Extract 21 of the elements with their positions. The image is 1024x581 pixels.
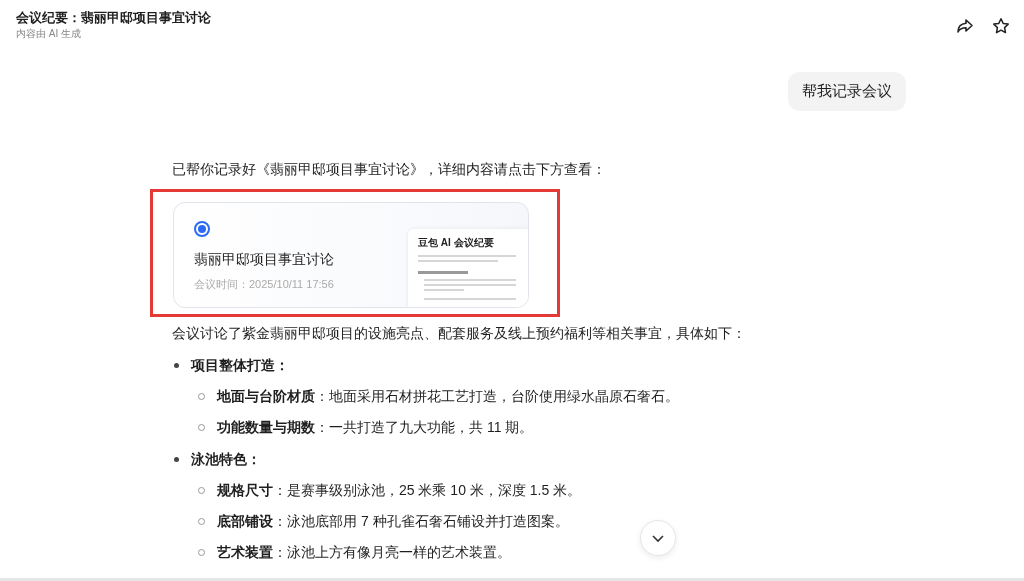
section-heading: 项目整体打造： xyxy=(191,356,289,375)
meeting-notes-card[interactable]: 翡丽甲邸项目事宜讨论 会议时间：2025/10/11 17:56 豆包 AI 会议纪要 xyxy=(173,202,529,308)
card-title: 翡丽甲邸项目事宜讨论 xyxy=(194,251,335,269)
list-item-text: 规格尺寸：是赛事级别泳池，25 米乘 10 米，深度 1.5 米。 xyxy=(217,481,582,500)
ai-generated-note: 内容由 AI 生成 xyxy=(16,27,82,41)
bullet-icon xyxy=(174,456,179,462)
bullet-icon xyxy=(174,362,179,368)
user-message-bubble: 帮我记录会议 xyxy=(788,72,906,111)
list-item-text: 地面与台阶材质：地面采用石材拼花工艺打造，台阶使用绿水晶原石奢石。 xyxy=(217,387,679,406)
list-item-text: 底部铺设：泳池底部用 7 种孔雀石奢石铺设并打造图案。 xyxy=(217,512,569,531)
share-icon[interactable] xyxy=(956,17,974,35)
reply-intro: 已帮你记录好《翡丽甲邸项目事宜讨论》，详细内容请点击下方查看： xyxy=(172,160,607,179)
section-heading: 泳池特色： xyxy=(191,450,261,469)
meeting-time: 会议时间：2025/10/11 17:56 xyxy=(194,277,335,292)
list-item-text: 功能数量与期数：一共打造了九大功能，共 11 期。 xyxy=(217,418,534,437)
list-item-text: 艺术装置：泳池上方有像月亮一样的艺术装置。 xyxy=(217,543,511,562)
summary-text: 会议讨论了紫金翡丽甲邸项目的设施亮点、配套服务及线上预约福利等相关事宜，具体如下： xyxy=(172,324,747,343)
star-icon[interactable] xyxy=(992,17,1010,35)
scroll-down-button[interactable] xyxy=(640,520,676,556)
chat-title: 会议纪要：翡丽甲邸项目事宜讨论 xyxy=(16,9,211,27)
preview-title: 豆包 AI 会议纪要 xyxy=(418,237,495,249)
